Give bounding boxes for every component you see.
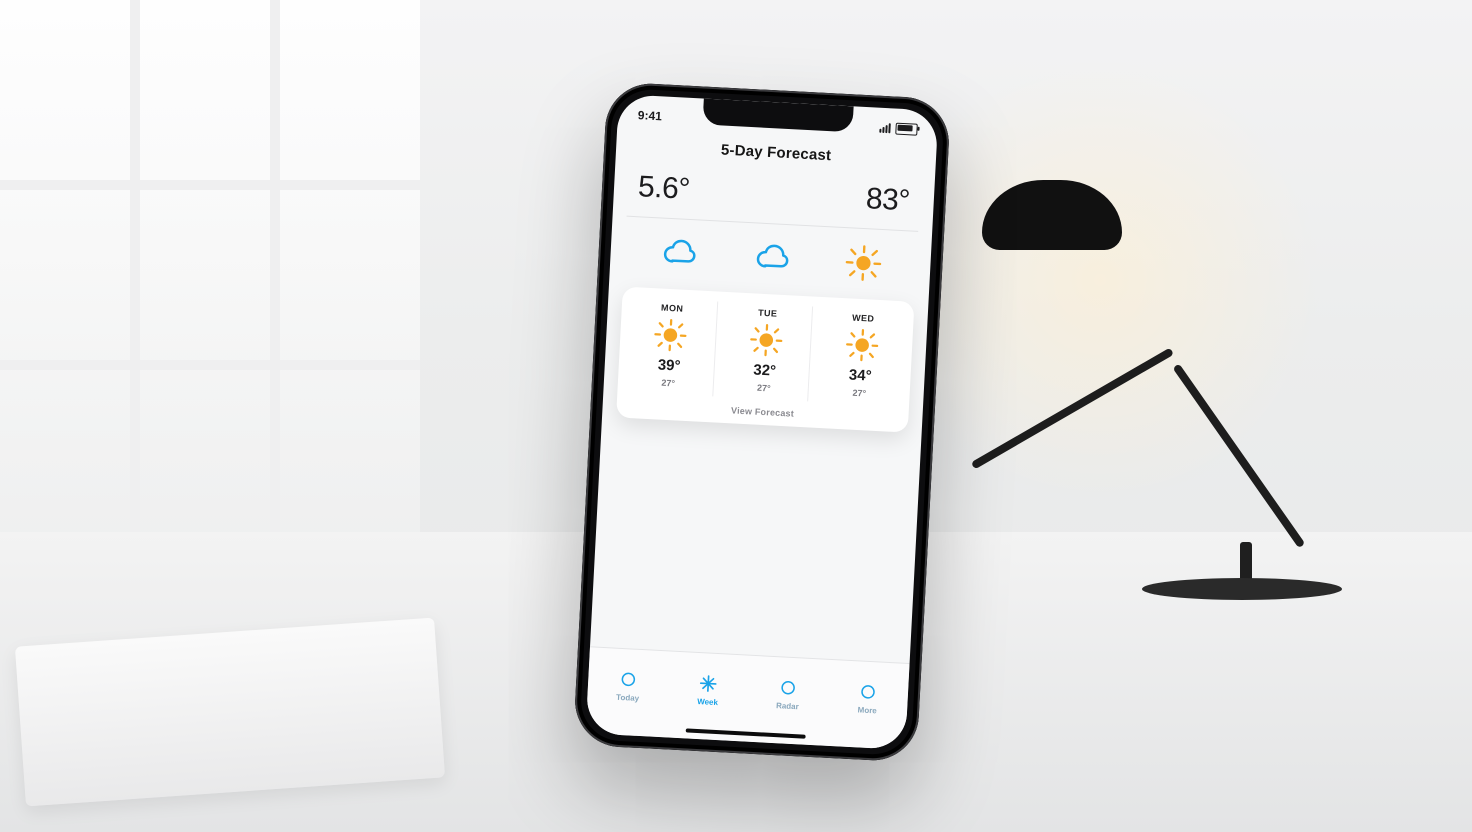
forecast-card[interactable]: MON 39° 27° TUE 32° 27° [616, 287, 914, 433]
tab-bar: Today Week Radar [585, 646, 909, 750]
day-high: 32° [753, 361, 777, 379]
tab-week[interactable]: Week [696, 672, 720, 707]
circle-icon [617, 668, 640, 691]
sun-icon [841, 240, 887, 286]
sun-icon [747, 321, 785, 359]
window-pane [0, 0, 420, 560]
tab-label: Radar [776, 701, 799, 711]
tab-more[interactable]: More [856, 680, 880, 715]
day-low: 27° [757, 383, 771, 394]
signal-icon [879, 123, 891, 134]
forecast-day[interactable]: MON 39° 27° [623, 297, 718, 397]
hero-temp-left: 5.6° [637, 170, 690, 207]
cloud-icon [747, 235, 793, 281]
forecast-days: MON 39° 27° TUE 32° 27° [623, 297, 908, 407]
desk-lamp [962, 120, 1382, 600]
day-high: 34° [848, 366, 872, 384]
day-label: TUE [758, 308, 778, 319]
day-label: WED [852, 313, 875, 324]
status-right [879, 122, 918, 136]
cloud-icon [654, 230, 700, 276]
scene-background: 9:41 5-Day Forecast 5.6° 83° [0, 0, 1472, 832]
tab-label: More [857, 705, 877, 715]
home-indicator[interactable] [686, 728, 806, 738]
tab-today[interactable]: Today [616, 668, 641, 703]
tab-radar[interactable]: Radar [776, 676, 800, 711]
sparkle-icon [697, 672, 720, 695]
tab-label: Week [697, 697, 718, 707]
forecast-day[interactable]: TUE 32° 27° [719, 302, 814, 402]
circle-icon [777, 676, 800, 699]
day-high: 39° [657, 356, 681, 374]
battery-icon [895, 123, 918, 136]
circle-icon [857, 680, 880, 703]
paper-stack [15, 618, 445, 807]
day-low: 27° [661, 378, 675, 389]
day-label: MON [661, 303, 684, 314]
day-low: 27° [852, 388, 866, 399]
sun-icon [843, 326, 881, 364]
phone-screen: 9:41 5-Day Forecast 5.6° 83° [585, 94, 938, 750]
phone-frame: 9:41 5-Day Forecast 5.6° 83° [573, 81, 951, 762]
hero-temp-right: 83° [865, 182, 911, 218]
sun-icon [652, 316, 690, 354]
tab-label: Today [616, 693, 639, 703]
status-time: 9:41 [638, 108, 663, 123]
forecast-day[interactable]: WED 34° 27° [814, 307, 908, 407]
